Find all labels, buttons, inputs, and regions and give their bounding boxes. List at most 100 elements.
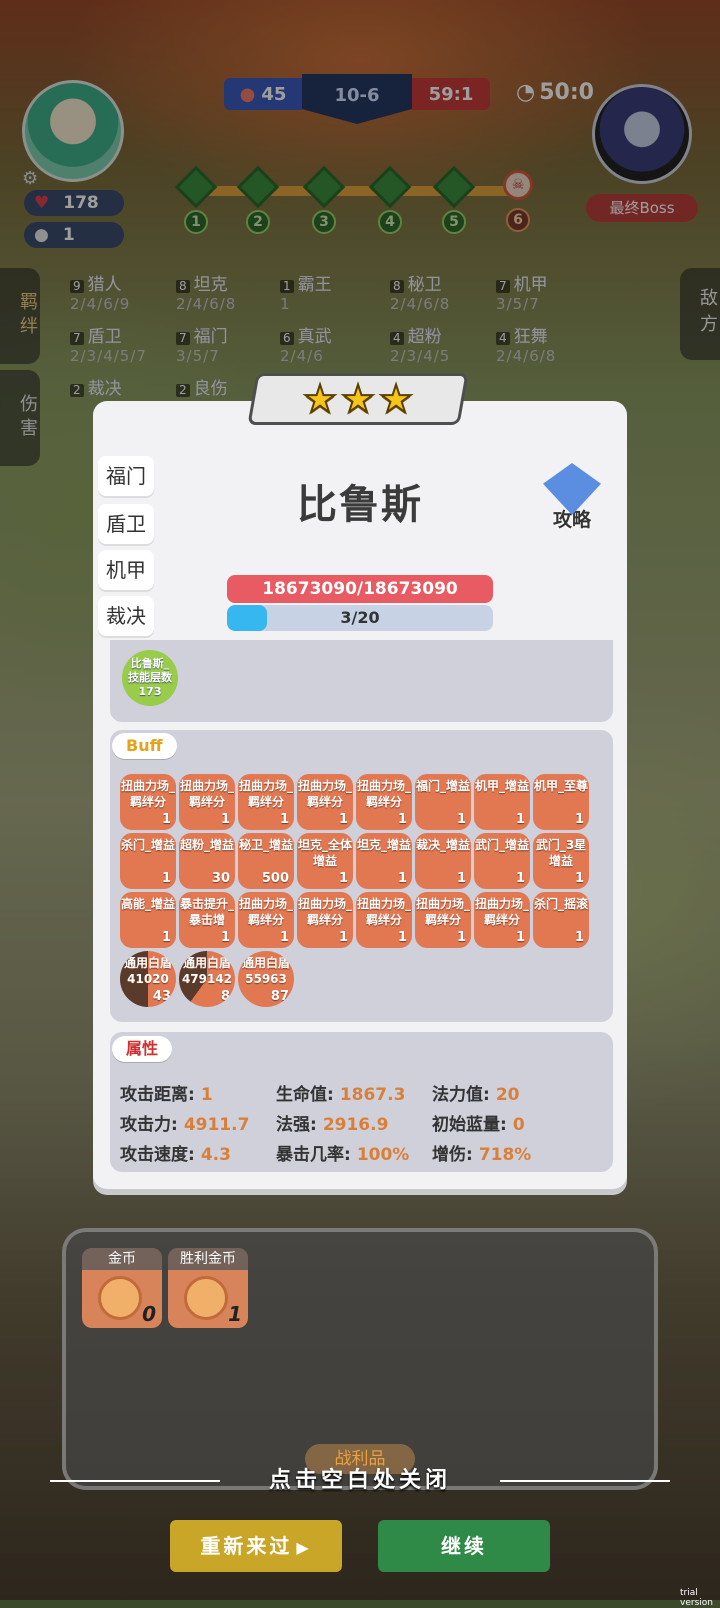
modal-tab[interactable]: 福门 [98,456,154,496]
attribute-item: 攻击速度: 4.3 [120,1140,231,1165]
buff-count: 1 [279,930,289,945]
attribute-item: 初始蓝量: 0 [432,1110,525,1135]
hero-name: 比鲁斯 [297,482,423,528]
retry-button[interactable]: 重新来过 ▶ [170,1520,342,1572]
attribute-value: 4911.7 [183,1115,250,1135]
skill-panel [110,640,613,722]
shield-value: 55963 [245,972,287,986]
skill-line1: 比鲁斯_ [130,657,170,670]
buff-count: 1 [515,930,525,945]
buff-count: 1 [397,930,407,945]
buff-item[interactable]: 机甲_增益 1 [474,774,530,830]
attribute-value: 4.3 [200,1145,231,1165]
buff-item[interactable]: 扭曲力场_羁绊分 1 [238,892,294,948]
buff-item[interactable]: 扭曲力场_羁绊分 1 [120,774,176,830]
buff-label: 坦克_增益 [356,838,411,852]
buff-label: 扭曲力场_羁绊分 [297,779,352,809]
continue-button[interactable]: 继续 [378,1520,550,1572]
buff-count: 1 [574,812,584,827]
attribute-key: 攻击力: [120,1115,178,1135]
buff-item[interactable]: 武门_增益 1 [474,833,530,889]
shield-count: 87 [270,989,289,1004]
shield-value: 41020 [127,972,169,986]
close-hint[interactable]: 点击空白处关闭 [50,1466,670,1496]
buff-item[interactable]: 机甲_至尊 1 [533,774,589,830]
buff-label: 坦克_全体增益 [297,838,352,868]
attribute-key: 增伤: [432,1145,473,1165]
mana-bar: 3/20 [227,605,493,631]
buff-label: 扭曲力场_羁绊分 [297,897,352,927]
buff-count: 1 [515,812,525,827]
buff-count: 1 [338,930,348,945]
buff-count: 1 [515,871,525,886]
mana-text: 3/20 [340,608,380,627]
buff-item[interactable]: 裁决_增益 1 [415,833,471,889]
attribute-key: 暴击几率: [276,1145,351,1165]
shield-count: 43 [152,989,171,1004]
buff-item[interactable]: 武门_3星增益 1 [533,833,589,889]
buff-item[interactable]: 扭曲力场_羁绊分 1 [474,892,530,948]
buff-item[interactable]: 扭曲力场_羁绊分 1 [297,774,353,830]
shield-count: 8 [220,989,230,1004]
coin-icon [184,1276,228,1320]
retry-label: 重新来过 [200,1534,293,1558]
buff-label: 杀门_增益 [120,838,175,852]
buff-count: 1 [574,930,584,945]
guide-button[interactable]: 攻略 [536,463,608,532]
buff-item[interactable]: 杀门_摇滚 1 [533,892,589,948]
buff-item[interactable]: 福门_增益 1 [415,774,471,830]
buff-item[interactable]: 扭曲力场_羁绊分 1 [179,774,235,830]
buff-item[interactable]: 坦克_增益 1 [356,833,412,889]
buff-item[interactable]: 秘卫_增益 500 [238,833,294,889]
buff-count: 1 [220,812,230,827]
buff-item[interactable]: 坦克_全体增益 1 [297,833,353,889]
buff-count: 1 [397,871,407,886]
hp-bar: 18673090/18673090 [227,575,493,603]
attribute-value: 20 [495,1085,520,1105]
skill-line2: 技能层数 [128,670,172,684]
buff-label: 扭曲力场_羁绊分 [474,897,529,927]
buff-label: 扭曲力场_羁绊分 [120,779,175,809]
buff-item[interactable]: 暴击提升_暴击增 1 [179,892,235,948]
attribute-item: 法强: 2916.9 [276,1110,388,1135]
modal-tab[interactable]: 盾卫 [98,504,154,544]
buff-count: 1 [161,812,171,827]
modal-tab[interactable]: 机甲 [98,550,154,590]
buff-item[interactable]: 扭曲力场_羁绊分 1 [356,892,412,948]
buff-label: 武门_增益 [474,838,529,852]
shield-buff-item[interactable]: 通用白盾 479142 8 [179,951,235,1007]
attribute-value: 0 [512,1115,525,1135]
star-icon: ★ [378,376,414,422]
star-rating: ★ ★ ★ [247,373,469,425]
attribute-key: 法强: [276,1115,317,1135]
buff-label: 机甲_增益 [474,779,529,793]
attribute-item: 攻击力: 4911.7 [120,1110,249,1135]
buff-count: 1 [574,871,584,886]
shield-buff-item[interactable]: 通用白盾 41020 43 [120,951,176,1007]
buff-label: 扭曲力场_羁绊分 [238,897,293,927]
skill-stack-badge[interactable]: 比鲁斯_ 技能层数 173 [122,650,178,706]
skill-value: 173 [138,684,162,698]
attribute-key: 法力值: [432,1085,490,1105]
buff-item[interactable]: 高能_增益 1 [120,892,176,948]
buff-item[interactable]: 超粉_增益 30 [179,833,235,889]
buff-count: 500 [261,871,289,886]
modal-tab[interactable]: 裁决 [98,596,154,636]
buff-count: 1 [161,871,171,886]
buff-item[interactable]: 扭曲力场_羁绊分 1 [356,774,412,830]
buff-label: 扭曲力场_羁绊分 [238,779,293,809]
buff-label: 福门_增益 [415,779,470,793]
buff-item[interactable]: 扭曲力场_羁绊分 1 [297,892,353,948]
attribute-value: 1 [200,1085,213,1105]
buff-item[interactable]: 扭曲力场_羁绊分 1 [415,892,471,948]
gold-value: 0 [142,1302,156,1326]
attribute-key: 初始蓝量: [432,1115,507,1135]
gold-label: 金币 [82,1248,162,1270]
buff-item[interactable]: 杀门_增益 1 [120,833,176,889]
gold-reward-card: 金币 0 [82,1248,162,1328]
attribute-value: 100% [356,1145,410,1165]
attr-tag: 属性 [112,1036,173,1062]
shield-buff-item[interactable]: 通用白盾 55963 87 [238,951,294,1007]
buff-item[interactable]: 扭曲力场_羁绊分 1 [238,774,294,830]
attribute-value: 2916.9 [322,1115,389,1135]
